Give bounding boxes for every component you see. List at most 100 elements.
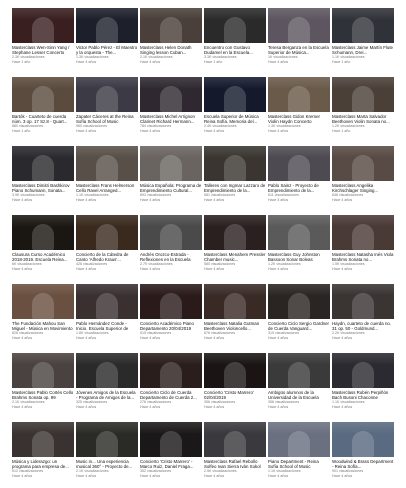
- video-thumbnail[interactable]: [12, 146, 74, 181]
- video-title[interactable]: Masterclass Rafael Rebollo Solfeo Ivan S…: [204, 459, 266, 469]
- video-thumbnail[interactable]: [12, 77, 74, 112]
- video-card[interactable]: Masterclass Helen Donath Singing lesson …: [140, 8, 202, 74]
- video-card[interactable]: Masterclass Natasha Inés Viola Brahms So…: [332, 215, 394, 281]
- video-thumbnail[interactable]: [76, 77, 138, 112]
- video-card[interactable]: Bartók - Cuarteto de cuerda núm. 3 op. 1…: [12, 77, 74, 143]
- video-thumbnail[interactable]: [204, 215, 266, 250]
- video-thumbnail[interactable]: [140, 77, 202, 112]
- video-card[interactable]: Concierto de la Cátedra de Canto 'Alfred…: [76, 215, 138, 281]
- video-thumbnail[interactable]: [332, 215, 394, 250]
- video-title[interactable]: Andrés Orozco-Estrada - Reflexiones en l…: [140, 252, 202, 262]
- video-title[interactable]: Masterclass Gidon Kremer Violin Haydn Co…: [268, 114, 330, 124]
- video-title[interactable]: Masterclass Menahem Pressler Chamber mus…: [204, 252, 266, 262]
- video-thumbnail[interactable]: [140, 146, 202, 181]
- video-thumbnail[interactable]: [140, 8, 202, 43]
- video-title[interactable]: Concierto 'Cristo Marrero' - Marco Ruiz,…: [140, 459, 202, 469]
- video-thumbnail[interactable]: [204, 422, 266, 457]
- video-thumbnail[interactable]: [76, 8, 138, 43]
- video-title[interactable]: Música Española: Programa de Emprendimie…: [140, 183, 202, 193]
- video-card[interactable]: Music in... Una experiencia musical 360°…: [76, 422, 138, 488]
- video-card[interactable]: Concierto Ciclo de Cuerda Departamento d…: [140, 353, 202, 419]
- video-thumbnail[interactable]: [12, 284, 74, 319]
- video-card[interactable]: Talleres con Ingmar Lazzaro de Emprendim…: [204, 146, 266, 212]
- video-thumbnail[interactable]: [12, 8, 74, 43]
- video-thumbnail[interactable]: [332, 8, 394, 43]
- video-title[interactable]: Masterclass Michel Arrignon Clarinet Ric…: [140, 114, 202, 124]
- video-card[interactable]: Masterclass Dimitri Bashkirov Piano Schu…: [12, 146, 74, 212]
- video-title[interactable]: Concierto Académico Piano Departamento 2…: [140, 321, 202, 331]
- video-title[interactable]: Teresa Berganza en la Escuela Superior d…: [268, 45, 330, 55]
- video-title[interactable]: Masterclass Helen Donath Singing lesson …: [140, 45, 202, 55]
- video-card[interactable]: Teresa Berganza en la Escuela Superior d…: [268, 8, 330, 74]
- video-title[interactable]: Jóvenes Amigos de la Escuela - Programa …: [76, 390, 138, 400]
- video-title[interactable]: Masterclass Wen-Sinn Yang / Stephane Les…: [12, 45, 74, 55]
- video-title[interactable]: Masterclass Dimitri Bashkirov Piano Schu…: [12, 183, 74, 193]
- video-thumbnail[interactable]: [268, 353, 330, 388]
- video-title[interactable]: Concierto Ciclo Sergio Gardner de Cuerda…: [268, 321, 330, 331]
- video-title[interactable]: Encuentro con Gustavo Dudamel en la Escu…: [204, 45, 266, 55]
- video-title[interactable]: Music in... Una experiencia musical 360°…: [76, 459, 138, 469]
- video-card[interactable]: Música y Liderazgo: un programa para emp…: [12, 422, 74, 488]
- video-card[interactable]: Masterclass Gidon Kremer Violin Haydn Co…: [268, 77, 330, 143]
- video-title[interactable]: Victor Pablo Pérez - El Maestro y la orq…: [76, 45, 138, 55]
- video-title[interactable]: Masterclass Marta Salvador Beethoven Vio…: [332, 114, 394, 124]
- video-card[interactable]: Woodwind & Brass Department - Reina Sofí…: [332, 422, 394, 488]
- video-thumbnail[interactable]: [268, 422, 330, 457]
- video-card[interactable]: Concierto Ciclo Sergio Gardner de Cuerda…: [268, 284, 330, 350]
- video-title[interactable]: Masterclass Natasha Inés Viola Brahms So…: [332, 252, 394, 262]
- video-card[interactable]: Concierto Académico Piano Departamento 2…: [140, 284, 202, 350]
- video-card[interactable]: Victor Pablo Pérez - El Maestro y la orq…: [76, 8, 138, 74]
- video-card[interactable]: The Fundación Mahou San Miguel - Música …: [12, 284, 74, 350]
- video-card[interactable]: Masterclass Michel Arrignon Clarinet Ric…: [140, 77, 202, 143]
- video-card[interactable]: Concierto 'Cristo Marrero' - Marco Ruiz,…: [140, 422, 202, 488]
- video-title[interactable]: Pablo Sainz - Proyecto de Emprendimiento…: [268, 183, 330, 193]
- video-card[interactable]: Pablo Hernández Conde - Inicio. Escuela …: [76, 284, 138, 350]
- video-thumbnail[interactable]: [332, 353, 394, 388]
- video-title[interactable]: Masterclass Angelika Kirchschlager Singi…: [332, 183, 394, 193]
- video-thumbnail[interactable]: [76, 422, 138, 457]
- video-card[interactable]: Andrés Orozco-Estrada - Reflexiones en l…: [140, 215, 202, 281]
- video-thumbnail[interactable]: [76, 215, 138, 250]
- video-title[interactable]: Haydn, cuarteto de cuerda no. 31 op. 50 …: [332, 321, 394, 331]
- video-title[interactable]: The Fundación Mahou San Miguel - Música …: [12, 321, 74, 331]
- video-thumbnail[interactable]: [76, 146, 138, 181]
- video-title[interactable]: Masterclass Rubén Perpiñón Bach Busoni C…: [332, 390, 394, 400]
- video-title[interactable]: Piano Department - Reina Sofía School of…: [268, 459, 330, 469]
- video-thumbnail[interactable]: [268, 215, 330, 250]
- video-title[interactable]: Woodwind & Brass Department - Reina Sofí…: [332, 459, 394, 469]
- video-thumbnail[interactable]: [12, 215, 74, 250]
- video-thumbnail[interactable]: [268, 8, 330, 43]
- video-card[interactable]: Masterclass Rubén Perpiñón Bach Busoni C…: [332, 353, 394, 419]
- video-thumbnail[interactable]: [332, 146, 394, 181]
- video-title[interactable]: Talleres con Ingmar Lazzaro de Emprendim…: [204, 183, 266, 193]
- video-title[interactable]: Pablo Hernández Conde - Inicio. Escuela …: [76, 321, 138, 331]
- video-title[interactable]: Clausura Curso Académico 2018-2019. Escu…: [12, 252, 74, 262]
- video-card[interactable]: Masterclass Frans Helmerson Cello Ravel …: [76, 146, 138, 212]
- video-card[interactable]: Jóvenes Amigos de la Escuela - Programa …: [76, 353, 138, 419]
- video-thumbnail[interactable]: [12, 353, 74, 388]
- video-card[interactable]: Masterclass Natalia Gutman Beethoven Vio…: [204, 284, 266, 350]
- video-card[interactable]: Encuentro con Gustavo Dudamel en la Escu…: [204, 8, 266, 74]
- video-card[interactable]: Masterclass Guy Johnston Bassoon Sonar B…: [268, 215, 330, 281]
- video-card[interactable]: Masterclass Rafael Rebollo Solfeo Ivan S…: [204, 422, 266, 488]
- video-thumbnail[interactable]: [140, 215, 202, 250]
- video-card[interactable]: Masterclass Marta Salvador Beethoven Vio…: [332, 77, 394, 143]
- video-title[interactable]: Música y Liderazgo: un programa para emp…: [12, 459, 74, 469]
- video-card[interactable]: Masterclass Wen-Sinn Yang / Stephane Les…: [12, 8, 74, 74]
- video-thumbnail[interactable]: [76, 284, 138, 319]
- video-card[interactable]: Música Española: Programa de Emprendimie…: [140, 146, 202, 212]
- video-thumbnail[interactable]: [204, 353, 266, 388]
- video-card[interactable]: Ambigüo alumnos de la Universidad de la …: [268, 353, 330, 419]
- video-title[interactable]: Concierto 'Cristo Marrero' 02/04/2019: [204, 390, 266, 400]
- video-title[interactable]: Concierto de la Cátedra de Canto 'Alfred…: [76, 252, 138, 262]
- video-thumbnail[interactable]: [332, 422, 394, 457]
- video-thumbnail[interactable]: [204, 77, 266, 112]
- video-thumbnail[interactable]: [204, 146, 266, 181]
- video-title[interactable]: Masterclass Natalia Gutman Beethoven Vio…: [204, 321, 266, 331]
- video-title[interactable]: Masterclass Pablo Cortés Cello Brahms So…: [12, 390, 74, 400]
- video-card[interactable]: Masterclass Menahem Pressler Chamber mus…: [204, 215, 266, 281]
- video-title[interactable]: Masterclass Guy Johnston Bassoon Sonar B…: [268, 252, 330, 262]
- video-card[interactable]: Pablo Sainz - Proyecto de Emprendimiento…: [268, 146, 330, 212]
- video-title[interactable]: Masterclass Frans Helmerson Cello Ravel …: [76, 183, 138, 193]
- video-title[interactable]: Concierto Ciclo de Cuerda Departamento d…: [140, 390, 202, 400]
